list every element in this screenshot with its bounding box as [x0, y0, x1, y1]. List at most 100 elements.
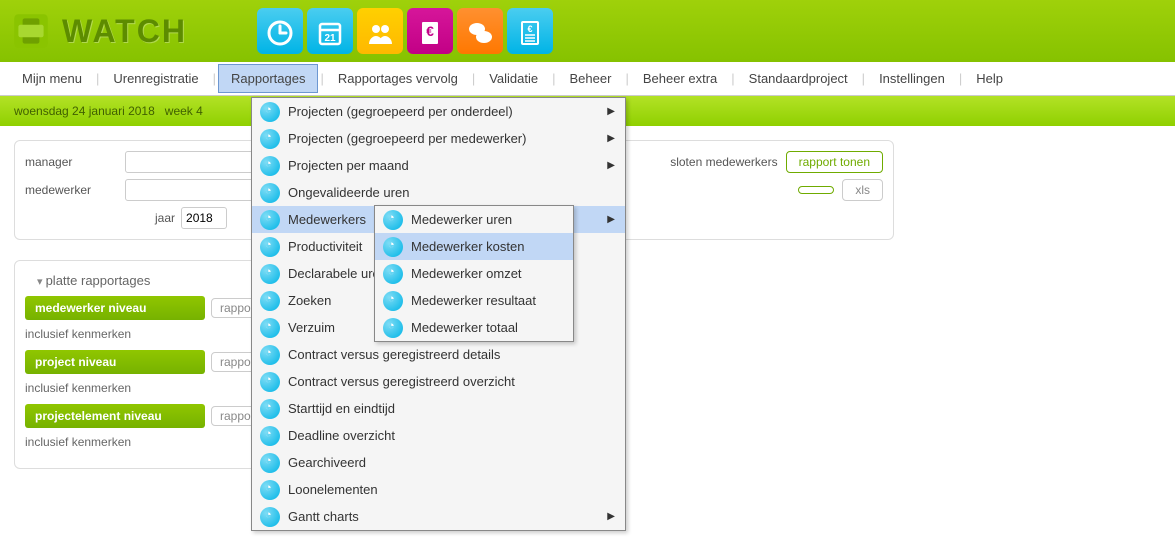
menu-item-projecten-per-maand[interactable]: Projecten per maand▶: [252, 152, 625, 179]
toolbar-calendar-icon[interactable]: 21: [307, 8, 353, 54]
menu-item-label: Loonelementen: [288, 482, 617, 497]
clock-icon: [260, 156, 280, 176]
menu-item-label: Ongevalideerde uren: [288, 185, 617, 200]
menubar-separator: |: [860, 71, 867, 86]
menu-item-projecten-gegroepeerd-per-medewerker-[interactable]: Projecten (gegroepeerd per medewerker) ▶: [252, 125, 625, 152]
menu-item-label: Contract versus geregistreerd details: [288, 347, 617, 362]
clock-icon: [260, 453, 280, 473]
menubar-item-beheer-extra[interactable]: Beheer extra: [631, 65, 729, 92]
menubar-separator: |: [729, 71, 736, 86]
menu-item-label: Projecten (gegroepeerd per onderdeel): [288, 104, 599, 119]
menu-item-label: Starttijd en eindtijd: [288, 401, 617, 416]
clock-icon: [260, 102, 280, 122]
incl-label: inclusief kenmerken: [25, 381, 131, 395]
menubar-separator: |: [318, 71, 325, 86]
app-header: WATCH 21 € €: [0, 0, 1175, 62]
menu-item-loonelementen[interactable]: Loonelementen: [252, 476, 625, 503]
menu-item-starttijd-en-eindtijd[interactable]: Starttijd en eindtijd: [252, 395, 625, 422]
menubar-item-urenregistratie[interactable]: Urenregistratie: [101, 65, 210, 92]
menu-item-label: Medewerker omzet: [411, 266, 565, 281]
toolbar-chat-icon[interactable]: [457, 8, 503, 54]
logo-text: WATCH: [62, 13, 187, 50]
toolbar-euro-list-icon[interactable]: €: [507, 8, 553, 54]
menu-item-contract-versus-geregistreerd-overzicht[interactable]: Contract versus geregistreerd overzicht: [252, 368, 625, 395]
menu-item-medewerker-totaal[interactable]: Medewerker totaal: [375, 314, 573, 341]
clock-icon: [260, 372, 280, 392]
menu-item-label: Medewerker kosten: [411, 239, 565, 254]
menubar-item-beheer[interactable]: Beheer: [558, 65, 624, 92]
label-manager: manager: [25, 155, 115, 169]
clock-icon: [383, 291, 403, 311]
menu-item-gantt-charts[interactable]: Gantt charts ▶: [252, 503, 625, 530]
datebar-week: week 4: [165, 104, 203, 118]
menubar-separator: |: [957, 71, 964, 86]
chevron-right-icon: ▶: [607, 160, 615, 171]
xls-button[interactable]: xls: [842, 179, 883, 201]
clock-icon: [260, 507, 280, 527]
menubar-item-mijn-menu[interactable]: Mijn menu: [10, 65, 94, 92]
menu-item-label: Contract versus geregistreerd overzicht: [288, 374, 617, 389]
toolbar-clock-icon[interactable]: [257, 8, 303, 54]
jaar-input[interactable]: [181, 207, 227, 229]
clock-icon: [383, 264, 403, 284]
menubar-separator: |: [550, 71, 557, 86]
toolbar-icons: 21 € €: [257, 8, 553, 54]
menu-item-medewerker-omzet[interactable]: Medewerker omzet: [375, 260, 573, 287]
clock-icon: [260, 399, 280, 419]
label-afgesloten: sloten medewerkers: [670, 155, 777, 169]
label-jaar: jaar: [155, 211, 175, 225]
rapport-tonen-button[interactable]: rapport tonen: [786, 151, 883, 173]
menu-item-label: Medewerker totaal: [411, 320, 565, 335]
incl-label: inclusief kenmerken: [25, 327, 131, 341]
menubar-item-rapportages[interactable]: Rapportages: [218, 64, 318, 93]
report-badge: projectelement niveau: [25, 404, 205, 428]
toolbar-euro-doc-icon[interactable]: €: [407, 8, 453, 54]
clock-icon: [260, 318, 280, 338]
menu-item-contract-versus-geregistreerd-details[interactable]: Contract versus geregistreerd details: [252, 341, 625, 368]
datebar-date: woensdag 24 januari 2018: [14, 104, 155, 118]
menu-item-label: Medewerker uren: [411, 212, 565, 227]
clock-icon: [383, 237, 403, 257]
logo-icon: [10, 10, 52, 52]
menu-item-medewerker-kosten[interactable]: Medewerker kosten: [375, 233, 573, 260]
incl-label: inclusief kenmerken: [25, 435, 131, 449]
clock-icon: [383, 210, 403, 230]
menu-item-label: Medewerker resultaat: [411, 293, 565, 308]
menu-item-label: Gearchiveerd: [288, 455, 617, 470]
menu-item-label: Projecten (gegroepeerd per medewerker): [288, 131, 599, 146]
menubar-separator: |: [211, 71, 218, 86]
small-green-button[interactable]: [798, 186, 834, 194]
clock-icon: [260, 345, 280, 365]
menu-item-ongevalideerde-uren[interactable]: Ongevalideerde uren: [252, 179, 625, 206]
menubar-item-rapportages-vervolg[interactable]: Rapportages vervolg: [326, 65, 470, 92]
clock-icon: [260, 291, 280, 311]
menubar-separator: |: [623, 71, 630, 86]
clock-icon: [260, 264, 280, 284]
menu-item-medewerker-uren[interactable]: Medewerker uren: [375, 206, 573, 233]
menu-item-medewerker-resultaat[interactable]: Medewerker resultaat: [375, 287, 573, 314]
clock-icon: [383, 318, 403, 338]
svg-text:21: 21: [324, 33, 336, 44]
menu-item-deadline-overzicht[interactable]: Deadline overzicht: [252, 422, 625, 449]
menu-item-gearchiveerd[interactable]: Gearchiveerd: [252, 449, 625, 476]
medewerkers-submenu: Medewerker uren Medewerker kosten Medewerk…: [374, 205, 574, 342]
menubar: Mijn menu|Urenregistratie|Rapportages|Ra…: [0, 62, 1175, 96]
chevron-right-icon: ▶: [607, 511, 615, 522]
menubar-item-help[interactable]: Help: [964, 65, 1015, 92]
chevron-right-icon: ▶: [607, 214, 615, 225]
clock-icon: [260, 237, 280, 257]
clock-icon: [260, 129, 280, 149]
chevron-right-icon: ▶: [607, 133, 615, 144]
menu-item-projecten-gegroepeerd-per-onderdeel-[interactable]: Projecten (gegroepeerd per onderdeel)▶: [252, 98, 625, 125]
menubar-item-validatie[interactable]: Validatie: [477, 65, 550, 92]
report-badge: medewerker niveau: [25, 296, 205, 320]
clock-icon: [260, 210, 280, 230]
toolbar-users-icon[interactable]: [357, 8, 403, 54]
label-medewerker: medewerker: [25, 183, 115, 197]
menubar-item-standaardproject[interactable]: Standaardproject: [737, 65, 860, 92]
menu-item-label: Gantt charts: [288, 509, 599, 524]
menubar-separator: |: [470, 71, 477, 86]
menubar-item-instellingen[interactable]: Instellingen: [867, 65, 957, 92]
svg-text:€: €: [527, 24, 532, 34]
report-badge: project niveau: [25, 350, 205, 374]
